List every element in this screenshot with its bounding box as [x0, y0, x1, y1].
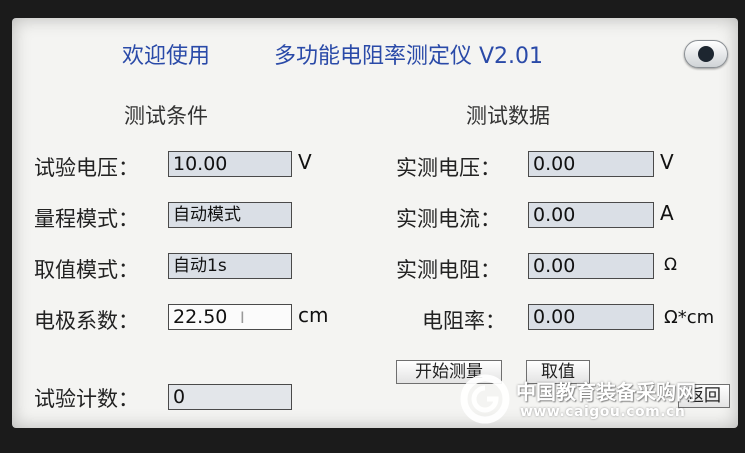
- header-bar: 欢迎使用 多功能电阻率测定仪 V2.01: [12, 18, 738, 78]
- resistivity-label: 电阻率：: [422, 309, 506, 333]
- text-cursor-icon: I: [240, 308, 245, 327]
- electrode-coef-unit: cm: [298, 303, 329, 327]
- watermark-brand: 中国教育装备采购网: [516, 380, 696, 404]
- conditions-section-title: 测试条件: [124, 104, 208, 128]
- test-count-label: 试验计数：: [34, 387, 139, 411]
- power-toggle-button[interactable]: [684, 40, 728, 68]
- watermark-url: www.caigou.com.cn: [520, 404, 686, 420]
- measured-current-unit: A: [660, 201, 674, 225]
- sampling-mode-select[interactable]: 自动1s: [168, 253, 292, 279]
- app-title: 多功能电阻率测定仪 V2.01: [274, 44, 544, 69]
- range-mode-label: 量程模式：: [34, 207, 139, 231]
- device-screen: 欢迎使用 多功能电阻率测定仪 V2.01 测试条件 试验电压： 10.00 V …: [12, 18, 738, 428]
- data-section-title: 测试数据: [466, 104, 550, 128]
- voltage-label: 试验电压：: [34, 156, 139, 180]
- measured-current-label: 实测电流：: [396, 207, 501, 231]
- electrode-coef-label: 电极系数：: [34, 309, 139, 333]
- measured-current-field: 0.00: [528, 202, 654, 228]
- test-count-field: 0: [168, 384, 292, 410]
- range-mode-select[interactable]: 自动模式: [168, 202, 292, 228]
- power-icon: [698, 46, 714, 62]
- voltage-unit: V: [298, 150, 312, 174]
- measured-voltage-field: 0.00: [528, 151, 654, 177]
- caigou-logo-icon: [460, 374, 510, 424]
- sampling-mode-label: 取值模式：: [34, 258, 139, 282]
- measured-voltage-unit: V: [660, 150, 674, 174]
- measured-resistance-unit: Ω: [664, 255, 677, 275]
- resistivity-field: 0.00: [528, 304, 654, 330]
- resistivity-unit: Ω*cm: [664, 307, 715, 328]
- voltage-input[interactable]: 10.00: [168, 151, 292, 177]
- measured-resistance-label: 实测电阻：: [396, 258, 501, 282]
- watermark: 中国教育装备采购网 www.caigou.com.cn: [460, 370, 730, 426]
- measured-voltage-label: 实测电压：: [396, 156, 501, 180]
- welcome-text: 欢迎使用: [122, 44, 211, 69]
- electrode-coef-input[interactable]: 22.50: [168, 304, 292, 330]
- measured-resistance-field: 0.00: [528, 253, 654, 279]
